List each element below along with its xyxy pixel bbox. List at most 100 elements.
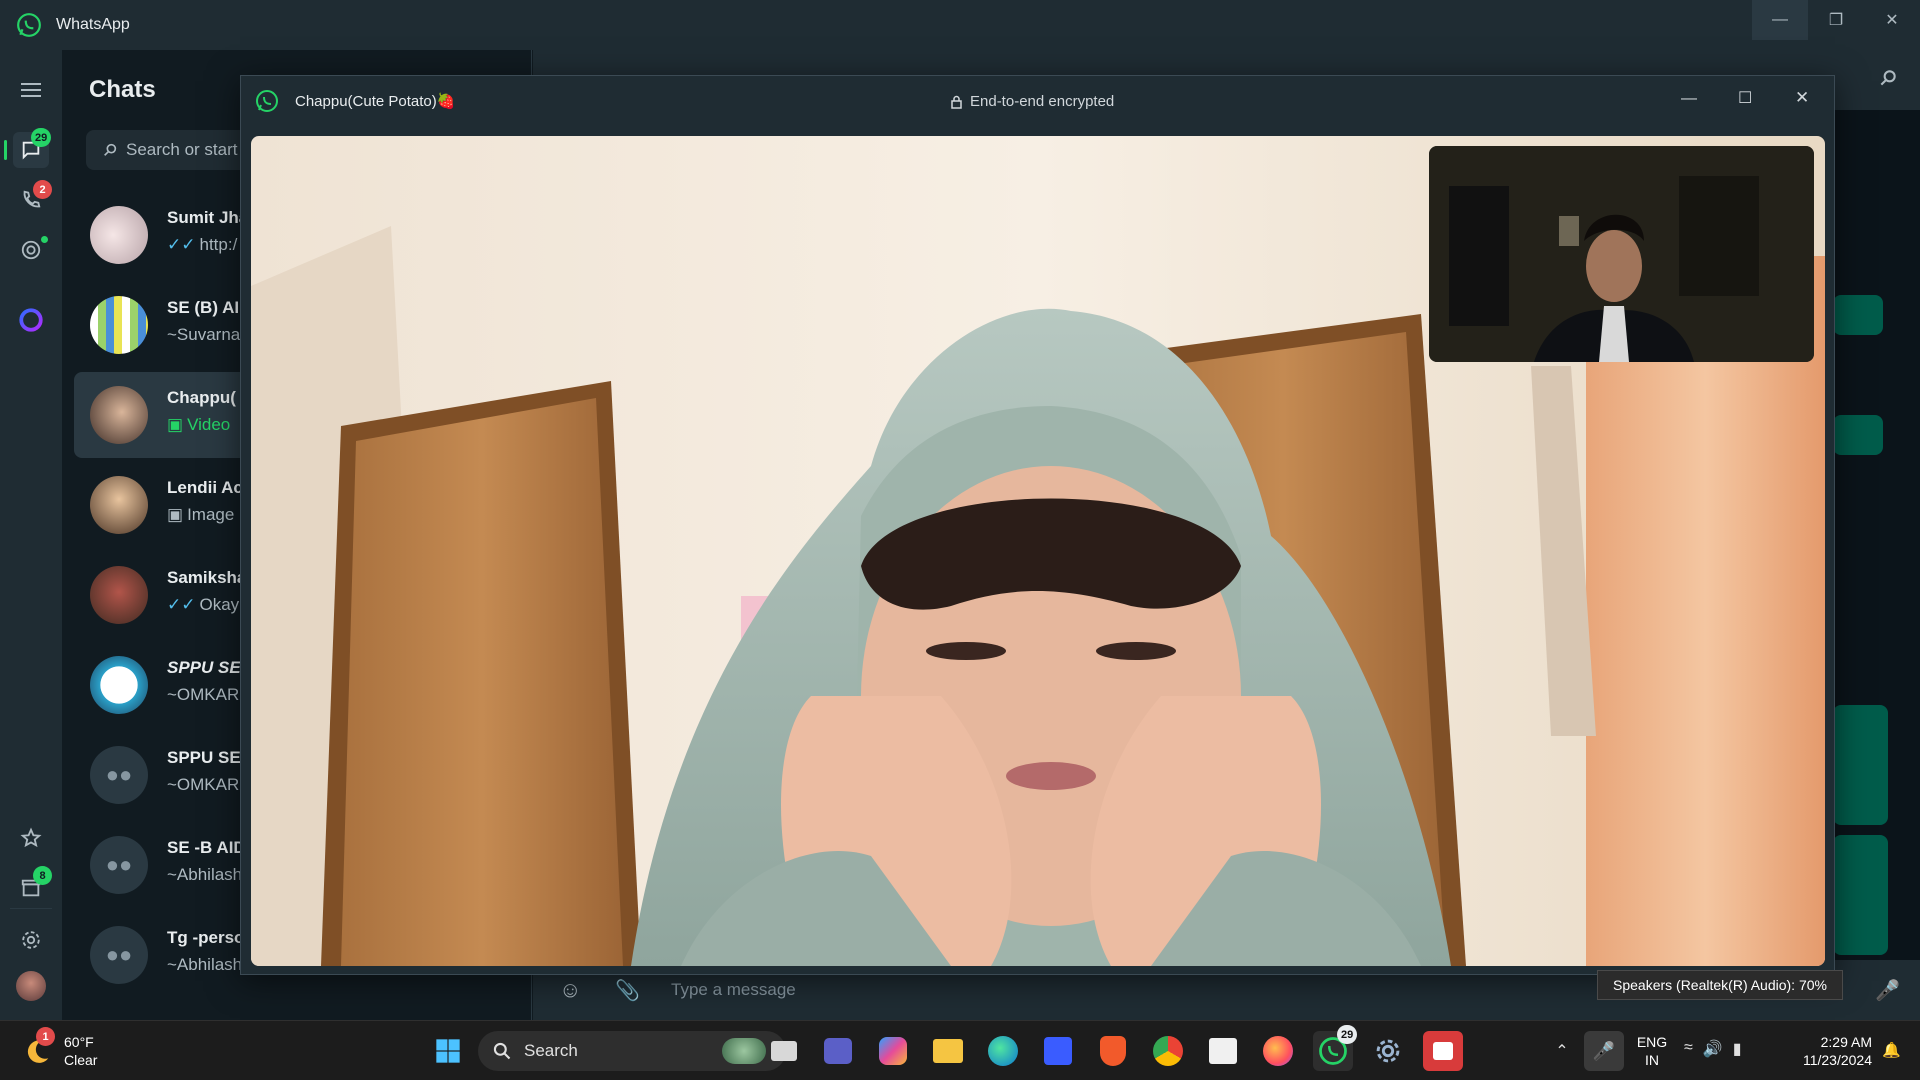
- message-bubble: [1833, 705, 1888, 825]
- microphone-tray-button[interactable]: 🎤: [1584, 1031, 1624, 1071]
- settings-button[interactable]: [13, 922, 49, 958]
- taskbar-search-label: Search: [524, 1041, 578, 1060]
- avatar: [90, 566, 148, 624]
- clock[interactable]: 2:29 AM 11/23/2024: [1782, 1033, 1872, 1069]
- menu-icon[interactable]: [13, 72, 49, 108]
- show-hidden-icons[interactable]: ⌃: [1542, 1031, 1582, 1071]
- weather-temp: 60°F: [64, 1034, 94, 1050]
- minimize-button[interactable]: —: [1752, 0, 1808, 40]
- avatar: [90, 476, 148, 534]
- gear-icon: [22, 931, 40, 949]
- profile-avatar: [16, 971, 46, 1001]
- message-bubble: [1833, 415, 1883, 455]
- search-icon: [493, 1042, 511, 1060]
- windows-taskbar: 1 60°F Clear Search 29 ⌃ 🎤 ENG IN ≈ 🔊 ▮ …: [0, 1020, 1920, 1080]
- wifi-icon: ≈: [1684, 1039, 1693, 1056]
- double-check-icon: ✓✓: [167, 235, 196, 254]
- emoji-icon[interactable]: ☺: [559, 977, 581, 1003]
- message-input[interactable]: Type a message: [671, 980, 796, 1000]
- chat-preview: ▣ Image: [167, 505, 235, 524]
- rail-divider: [10, 908, 52, 909]
- start-button[interactable]: [428, 1031, 468, 1071]
- lock-icon: [951, 95, 962, 109]
- call-close-button[interactable]: ✕: [1795, 88, 1809, 108]
- chat-name: SE (B) AI: [167, 298, 240, 317]
- archived-button[interactable]: 8: [13, 866, 52, 906]
- avatar: [90, 296, 148, 354]
- language-indicator[interactable]: ENG IN: [1634, 1033, 1670, 1069]
- whatsapp-taskbar-badge: 29: [1337, 1025, 1358, 1044]
- attach-icon[interactable]: 📎: [615, 978, 640, 1003]
- chat-name: SPPU SE: [167, 658, 241, 677]
- chat-preview: ~Abhilash: [167, 865, 243, 884]
- task-view-button[interactable]: [764, 1031, 804, 1071]
- chat-preview: ~Suvarna: [167, 325, 241, 344]
- folder-icon: [933, 1039, 963, 1063]
- chats-nav-button[interactable]: 29: [13, 128, 52, 168]
- system-tray[interactable]: ≈ 🔊 ▮: [1684, 1039, 1742, 1059]
- whatsapp-logo-icon: [256, 90, 278, 112]
- copilot-icon: [879, 1037, 907, 1065]
- chat-preview: ✓✓ Okay: [167, 595, 240, 614]
- chat-name: Lendii Ac: [167, 478, 243, 497]
- chats-badge: 29: [31, 128, 52, 147]
- status-dot: [41, 236, 48, 243]
- windows-icon: [436, 1039, 460, 1063]
- anydesk-button[interactable]: [1423, 1031, 1463, 1071]
- app-icon: [1433, 1042, 1453, 1060]
- settings-taskbar-button[interactable]: [1368, 1031, 1408, 1071]
- file-explorer-button[interactable]: [928, 1031, 968, 1071]
- close-button[interactable]: ✕: [1864, 0, 1920, 40]
- avatar: [90, 206, 148, 264]
- chevron-up-icon: ⌃: [1555, 1043, 1569, 1060]
- edge-button[interactable]: [983, 1031, 1023, 1071]
- chat-name: Chappu(: [167, 388, 236, 407]
- chat-preview: ▣ Video: [167, 415, 231, 434]
- task-view-icon: [771, 1041, 797, 1061]
- firefox-icon: [1263, 1036, 1293, 1066]
- volume-icon: 🔊: [1702, 1041, 1723, 1058]
- chats-heading: Chats: [89, 76, 156, 103]
- chrome-button[interactable]: [1148, 1031, 1188, 1071]
- search-placeholder: Search or start: [126, 140, 238, 159]
- clock-time: 2:29 AM: [1820, 1034, 1872, 1050]
- firefox-button[interactable]: [1258, 1031, 1298, 1071]
- clock-date: 11/23/2024: [1802, 1052, 1872, 1068]
- profile-button[interactable]: [13, 968, 49, 1004]
- encryption-notice: End-to-end encrypted: [951, 93, 1114, 110]
- volume-tooltip: Speakers (Realtek(R) Audio): 70%: [1597, 970, 1843, 1000]
- lang-top: ENG: [1636, 1034, 1668, 1050]
- notification-bell-icon[interactable]: 🔔: [1882, 1041, 1901, 1059]
- lang-bottom: IN: [1645, 1052, 1659, 1068]
- calls-nav-button[interactable]: 2: [13, 180, 52, 218]
- teams-icon: [824, 1038, 852, 1064]
- call-maximize-button[interactable]: ☐: [1738, 88, 1752, 108]
- taskbar-search[interactable]: Search: [478, 1031, 786, 1071]
- call-contact-name: Chappu(Cute Potato)🍓: [295, 93, 456, 110]
- group-avatar: ●●: [90, 926, 148, 984]
- brave-button[interactable]: [1093, 1031, 1133, 1071]
- teams-button[interactable]: [818, 1031, 858, 1071]
- app-button[interactable]: [1038, 1031, 1078, 1071]
- copilot-button[interactable]: [873, 1031, 913, 1071]
- search-icon[interactable]: [1878, 68, 1898, 93]
- weather-widget[interactable]: 1 60°F Clear: [20, 1027, 130, 1069]
- chrome-icon: [1153, 1036, 1183, 1066]
- avatar: [90, 386, 148, 444]
- group-avatar: ●●: [90, 746, 148, 804]
- call-minimize-button[interactable]: —: [1681, 90, 1697, 108]
- app-title: WhatsApp: [56, 16, 130, 33]
- store-icon: [1209, 1038, 1237, 1064]
- app-icon: [1044, 1037, 1072, 1065]
- nav-rail: 29 2 8: [0, 50, 62, 1020]
- chat-preview: ~Abhilash: [167, 955, 243, 974]
- store-button[interactable]: [1203, 1031, 1243, 1071]
- status-nav-button[interactable]: [13, 232, 49, 268]
- microphone-icon[interactable]: 🎤: [1875, 978, 1900, 1003]
- starred-button[interactable]: [13, 820, 49, 856]
- whatsapp-taskbar-button[interactable]: 29: [1313, 1025, 1358, 1071]
- restore-button[interactable]: ❐: [1808, 0, 1864, 40]
- double-check-icon: ✓✓: [167, 595, 196, 614]
- meta-ai-button[interactable]: [13, 302, 49, 338]
- archive-badge: 8: [33, 866, 52, 885]
